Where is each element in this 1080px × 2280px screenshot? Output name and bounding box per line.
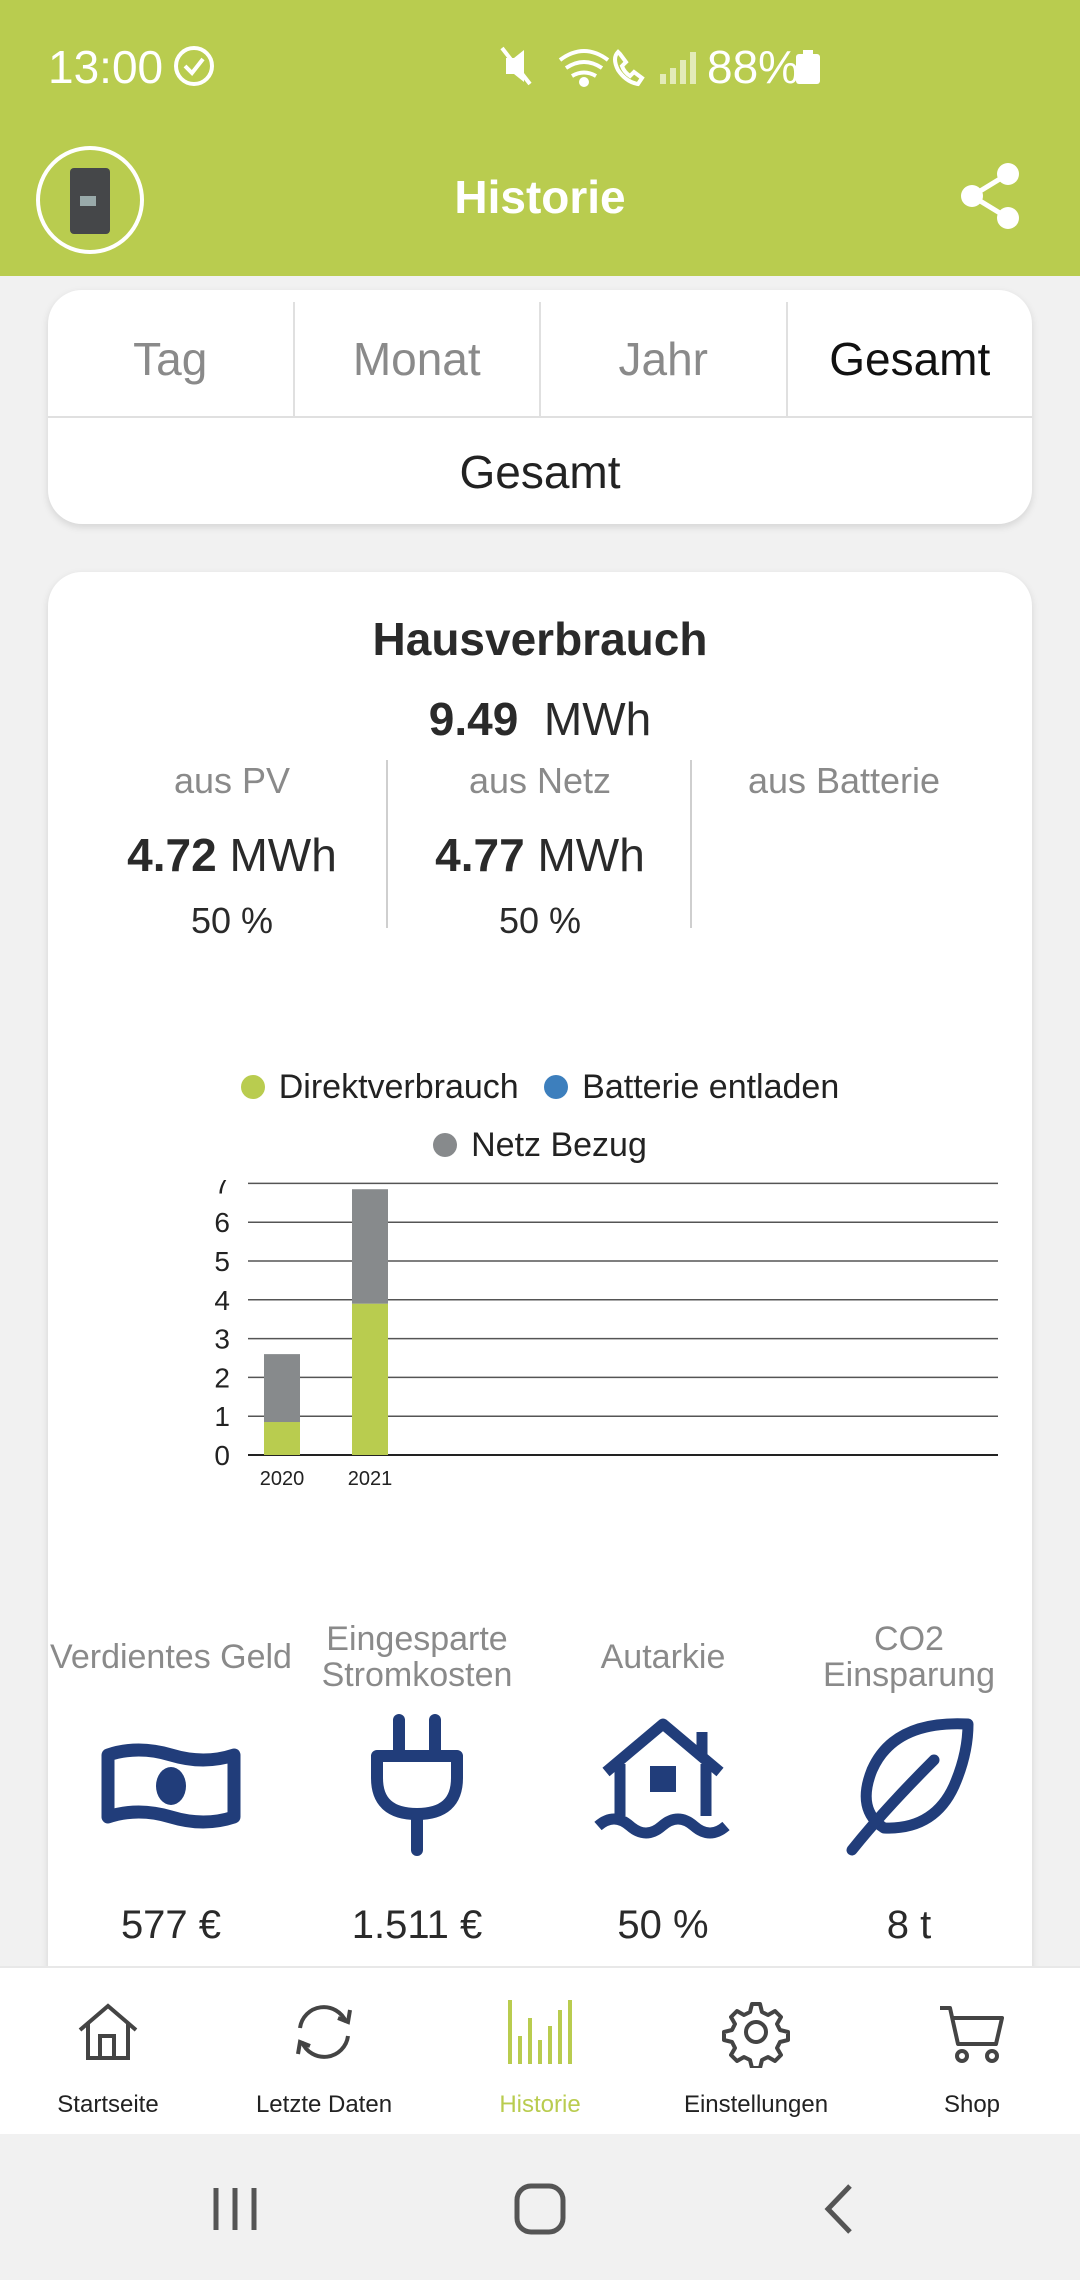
- x-tick-label: 2021: [348, 1468, 393, 1490]
- legend-dot-direct: [240, 1075, 265, 1100]
- source-pv-value: 4.72 MWh: [127, 829, 337, 881]
- y-tick-label: 0: [214, 1440, 230, 1471]
- money-icon: [101, 1743, 241, 1829]
- y-tick-label: 4: [214, 1285, 230, 1316]
- legend-item[interactable]: Direktverbrauch: [240, 1068, 519, 1107]
- wifi-icon: [558, 49, 610, 87]
- kpi-co2: CO2 Einsparung 8 t: [786, 1612, 1032, 1952]
- source-battery: aus Batterie: [692, 760, 996, 802]
- chart-bar-netz-bezug: [264, 1354, 300, 1423]
- mute-icon: [500, 46, 532, 86]
- leaf-icon: [846, 1718, 974, 1856]
- chart-legend-row2: Netz Bezug: [48, 1126, 1032, 1165]
- back-icon[interactable]: [806, 2174, 876, 2244]
- kpi-value: 8 t: [886, 1903, 932, 1947]
- period-card: Tag Monat Jahr Gesamt Gesamt: [48, 290, 1032, 524]
- tab-jahr[interactable]: Jahr: [541, 302, 788, 416]
- source-grid: aus Netz 4.77 MWh 50 %: [388, 760, 692, 942]
- home-button-icon[interactable]: [505, 2174, 575, 2244]
- kpi-row: Verdientes Geld 577 € Eingesparte Stromk…: [48, 1612, 1032, 1952]
- nav-startseite[interactable]: Startseite: [0, 1968, 216, 2134]
- legend-dot-grid: [433, 1133, 458, 1158]
- nav-shop[interactable]: Shop: [864, 1968, 1080, 2134]
- kpi-autarky: Autarkie 50 %: [540, 1612, 786, 1952]
- source-pv-label: aus PV: [173, 760, 291, 801]
- source-grid-label: aus Netz: [468, 760, 612, 801]
- total-value: 9.49: [428, 693, 519, 745]
- app-bar: Historie: [0, 132, 1080, 276]
- refresh-icon: [296, 2005, 352, 2059]
- wifi-call-icon: [613, 49, 645, 87]
- y-tick-label: 1: [214, 1401, 230, 1432]
- share-icon[interactable]: [954, 160, 1026, 232]
- chart-bar-direktverbrauch: [352, 1303, 388, 1455]
- kpi-savings: Eingesparte Stromkosten 1.511 €: [294, 1612, 540, 1952]
- battery-percent: 88%: [707, 41, 800, 93]
- chart-bar-direktverbrauch: [264, 1422, 300, 1455]
- chart-bar-netz-bezug: [352, 1189, 388, 1304]
- y-tick-label: 3: [214, 1324, 230, 1355]
- kpi-money: Verdientes Geld 577 €: [48, 1612, 294, 1952]
- battery-icon: [796, 50, 820, 84]
- source-grid-percent: 50 %: [498, 900, 582, 941]
- source-pv: aus PV 4.72 MWh 50 %: [80, 760, 384, 942]
- tab-tag[interactable]: Tag: [48, 302, 295, 416]
- history-chart-icon: [508, 2000, 572, 2064]
- consumption-card: Hausverbrauch 9.49 MWh aus PV 4.72 MWh 5…: [48, 572, 1032, 2032]
- chart-legend: Direktverbrauch Batterie entladen: [48, 1068, 1032, 1107]
- kpi-value: 1.511 €: [351, 1903, 483, 1947]
- gear-icon: [722, 2002, 790, 2070]
- nav-label: Letzte Daten: [255, 2091, 393, 2118]
- status-time: 13:00: [48, 41, 164, 93]
- page-title: Historie: [454, 171, 626, 223]
- kpi-label: Autarkie: [600, 1638, 726, 1676]
- nav-label: Historie: [499, 2091, 581, 2118]
- consumption-title: Hausverbrauch: [372, 613, 708, 665]
- nav-einstellungen[interactable]: Einstellungen: [648, 1968, 864, 2134]
- nav-label: Einstellungen: [683, 2091, 829, 2118]
- y-tick-label: 5: [214, 1246, 230, 1277]
- source-pv-percent: 50 %: [190, 900, 274, 941]
- legend-item[interactable]: Netz Bezug: [433, 1126, 647, 1165]
- home-icon: [78, 2003, 138, 2060]
- y-tick-label: 7: [214, 1180, 230, 1199]
- nav-letzte-daten[interactable]: Letzte Daten: [216, 1968, 432, 2134]
- signal-icon: [660, 52, 696, 84]
- system-nav: [0, 2134, 1080, 2280]
- kpi-label: Eingesparte Stromkosten: [321, 1620, 513, 1694]
- kpi-value: 577 €: [120, 1903, 222, 1947]
- tab-gesamt[interactable]: Gesamt: [788, 302, 1033, 416]
- bottom-nav: Startseite Letzte Daten Historie Einstel…: [0, 1966, 1080, 2134]
- consumption-total: 9.49 MWh: [48, 692, 1032, 746]
- total-unit: MWh: [543, 693, 652, 745]
- y-tick-label: 6: [214, 1207, 230, 1238]
- recent-apps-icon[interactable]: [200, 2174, 270, 2244]
- legend-dot-battery: [544, 1075, 569, 1100]
- x-tick-label: 2020: [260, 1468, 305, 1490]
- source-battery-label: aus Batterie: [747, 760, 941, 801]
- nav-historie[interactable]: Historie: [432, 1968, 648, 2134]
- source-grid-value: 4.77 MWh: [435, 829, 645, 881]
- tab-monat[interactable]: Monat: [295, 302, 541, 416]
- y-tick-label: 2: [214, 1362, 230, 1393]
- period-tabs: Tag Monat Jahr Gesamt: [48, 302, 1032, 418]
- plug-icon: [371, 1714, 463, 1856]
- kpi-label: CO2 Einsparung: [822, 1620, 995, 1694]
- nav-label: Shop: [943, 2091, 1001, 2118]
- kpi-label: Verdientes Geld: [50, 1638, 292, 1676]
- legend-item[interactable]: Batterie entladen: [544, 1068, 839, 1107]
- status-bar: 13:00 88%: [0, 0, 1080, 132]
- check-circle-icon: [174, 46, 214, 86]
- kpi-value: 50 %: [617, 1903, 709, 1947]
- consumption-chart: MWh0123456720202021: [214, 1180, 998, 1490]
- status-icons: [500, 46, 696, 87]
- period-label: Gesamt: [459, 446, 621, 498]
- house-flood-icon: [594, 1718, 730, 1839]
- nav-label: Startseite: [57, 2091, 159, 2118]
- cart-icon: [940, 2006, 1004, 2063]
